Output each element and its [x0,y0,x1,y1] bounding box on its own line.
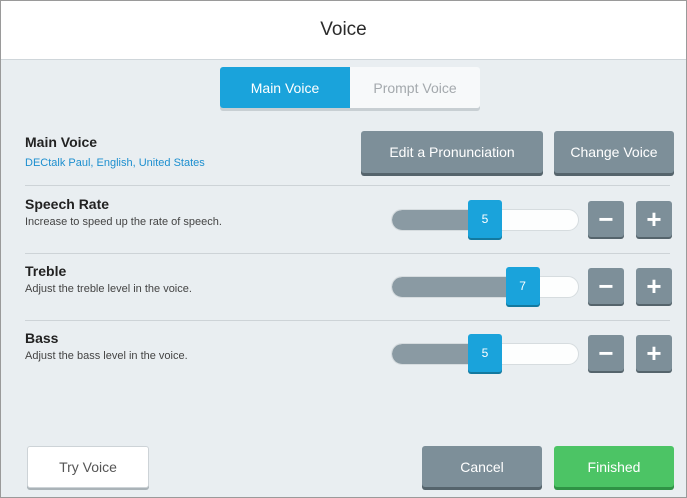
title-bar: Voice [1,1,686,60]
voice-tab-switch: Main Voice Prompt Voice [220,67,480,108]
finished-button[interactable]: Finished [554,446,674,487]
voice-dialog: Voice Main Voice Prompt Voice Main Voice… [0,0,687,498]
divider [25,320,670,321]
bass-increase-button[interactable]: + [636,335,672,371]
speech-rate-decrease-button[interactable]: − [588,201,624,237]
try-voice-button[interactable]: Try Voice [27,446,149,488]
divider [25,185,670,186]
slider-thumb[interactable]: 5 [468,200,502,238]
slider-thumb[interactable]: 7 [505,267,540,305]
bass-slider[interactable]: 5 [391,334,579,372]
slider-track [391,276,579,298]
dialog-title: Voice [320,19,367,40]
tab-prompt-voice[interactable]: Prompt Voice [350,67,480,108]
treble-decrease-button[interactable]: − [588,268,624,304]
change-voice-button[interactable]: Change Voice [554,131,674,173]
speech-rate-slider[interactable]: 5 [391,200,579,238]
treble-slider[interactable]: 7 [391,267,579,305]
slider-fill [392,277,524,297]
edit-pronunciation-button[interactable]: Edit a Pronunciation [361,131,543,173]
treble-increase-button[interactable]: + [636,268,672,304]
cancel-button[interactable]: Cancel [422,446,542,487]
divider [25,253,670,254]
speech-rate-increase-button[interactable]: + [636,201,672,237]
slider-thumb[interactable]: 5 [468,334,502,372]
bass-decrease-button[interactable]: − [588,335,624,371]
tab-main-voice[interactable]: Main Voice [220,67,350,108]
